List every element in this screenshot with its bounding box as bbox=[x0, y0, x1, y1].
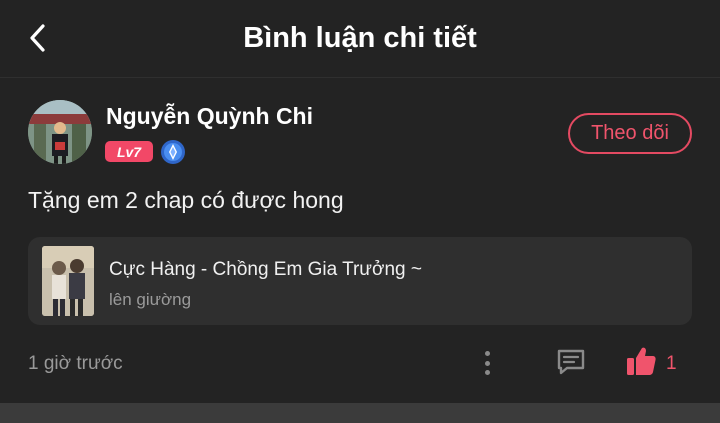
manga-chapter: lên giường bbox=[109, 290, 192, 309]
manga-cover bbox=[42, 246, 94, 316]
like-count: 1 bbox=[666, 353, 677, 374]
more-options-button[interactable] bbox=[476, 348, 498, 378]
comment-icon bbox=[557, 349, 585, 375]
username[interactable]: Nguyễn Quỳnh Chi bbox=[106, 103, 313, 130]
level-badge: Lv7 bbox=[105, 141, 153, 162]
follow-button[interactable]: Theo dõi bbox=[568, 113, 692, 154]
comment-text: Tặng em 2 chap có được hong bbox=[28, 187, 344, 213]
manga-card[interactable]: Cực Hàng - Chồng Em Gia Trưởng ~ lên giư… bbox=[28, 237, 692, 325]
thumbs-up-icon bbox=[627, 347, 656, 375]
timestamp: 1 giờ trước bbox=[28, 353, 123, 374]
like-button[interactable] bbox=[624, 344, 658, 378]
reply-button[interactable] bbox=[555, 346, 587, 378]
bottom-divider bbox=[0, 403, 720, 423]
header: Bình luận chi tiết bbox=[0, 0, 720, 78]
avatar-image bbox=[28, 100, 92, 164]
manga-title: Cực Hàng - Chồng Em Gia Trưởng ~ bbox=[109, 259, 422, 280]
avatar[interactable] bbox=[28, 100, 92, 164]
verified-badge-icon bbox=[160, 139, 186, 165]
more-vertical-icon bbox=[484, 351, 490, 356]
page-title: Bình luận chi tiết bbox=[243, 22, 477, 54]
